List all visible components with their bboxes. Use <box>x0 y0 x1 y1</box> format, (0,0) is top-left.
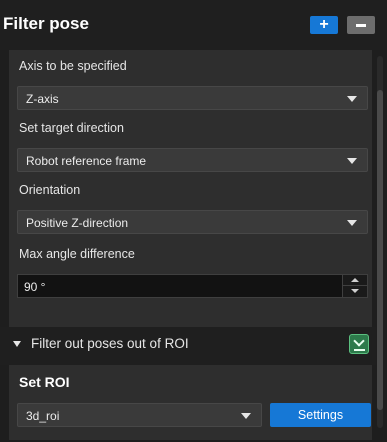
max-angle-spinbox[interactable]: 90 ° <box>17 274 368 298</box>
spin-down-icon[interactable] <box>351 289 359 293</box>
roi-filter-section-label: Filter out poses out of ROI <box>31 336 189 351</box>
spin-buttons <box>342 275 367 297</box>
orientation-value: Positive Z-direction <box>26 216 129 230</box>
axis-select[interactable]: Z-axis <box>17 86 368 110</box>
minus-icon <box>356 23 366 27</box>
scrollbar-thumb[interactable] <box>377 90 383 410</box>
chevron-icon <box>353 335 365 347</box>
roi-title: Set ROI <box>19 374 70 390</box>
spin-up-icon[interactable] <box>351 278 359 282</box>
max-angle-value: 90 ° <box>24 280 46 294</box>
collapse-icon[interactable] <box>349 334 369 354</box>
expand-triangle-icon[interactable] <box>13 341 21 347</box>
page-title: Filter pose <box>3 14 89 33</box>
roi-select[interactable]: 3d_roi <box>17 403 262 427</box>
orientation-select[interactable]: Positive Z-direction <box>17 210 368 234</box>
max-angle-label: Max angle difference <box>19 247 135 261</box>
axis-select-value: Z-axis <box>26 92 59 106</box>
target-direction-label: Set target direction <box>19 121 124 135</box>
spin-divider <box>343 285 367 286</box>
chevron-down-icon <box>241 413 251 419</box>
target-direction-select[interactable]: Robot reference frame <box>17 148 368 172</box>
orientation-label: Orientation <box>19 183 81 197</box>
axis-label: Axis to be specified <box>19 59 127 73</box>
settings-button[interactable]: Settings <box>270 403 371 427</box>
target-direction-value: Robot reference frame <box>26 154 147 168</box>
remove-button[interactable] <box>347 16 375 34</box>
chevron-down-icon <box>347 220 357 226</box>
plus-icon: + <box>319 16 329 33</box>
line-icon <box>354 349 365 351</box>
roi-select-value: 3d_roi <box>26 409 60 423</box>
chevron-down-icon <box>347 158 357 164</box>
add-button[interactable]: + <box>310 16 338 34</box>
header: Filter pose + <box>0 0 387 50</box>
chevron-down-icon <box>347 96 357 102</box>
vertical-scrollbar[interactable] <box>377 56 383 428</box>
